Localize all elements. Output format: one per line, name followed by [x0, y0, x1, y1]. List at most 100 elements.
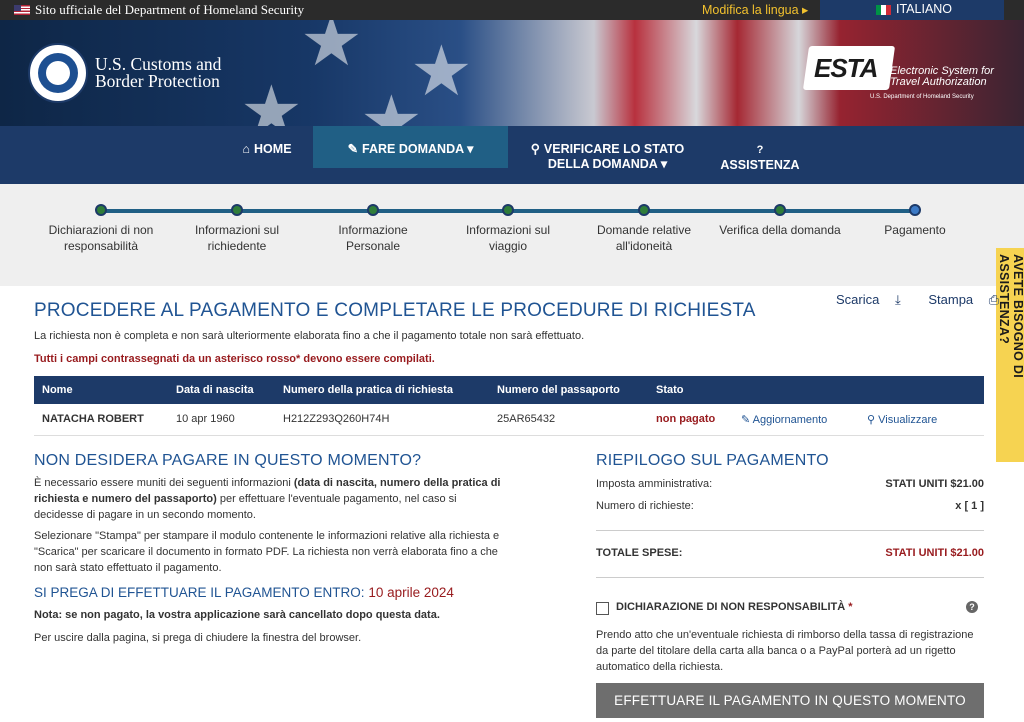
cell-app-number: H212Z293Q260H74H: [275, 404, 489, 436]
question-icon: ?: [756, 144, 764, 156]
need-help-tab[interactable]: AVETE BISOGNO DI ASSISTENZA?: [996, 248, 1024, 462]
step-disclaimer: Dichiarazioni di non responsabilità: [36, 204, 166, 254]
cbp-logo-text[interactable]: U.S. Customs and Border Protection: [95, 55, 221, 91]
update-label: Aggiornamento: [752, 413, 828, 426]
total-row: TOTALE SPESE: STATI UNITI $21.00: [596, 547, 984, 559]
col-passport: Numero del passaporto: [489, 376, 648, 404]
top-bar: Sito ufficiale del Department of Homelan…: [0, 0, 1024, 20]
step-dot: [638, 204, 650, 216]
need-help-label: AVETE BISOGNO DI ASSISTENZA?: [997, 254, 1024, 379]
step-label: Domande relative: [596, 223, 692, 237]
cell-passport: 25AR65432: [489, 404, 648, 436]
col-view: [859, 376, 984, 404]
step-dot: [231, 204, 243, 216]
star-decoration: ★: [240, 72, 303, 126]
download-link[interactable]: Scarica ⤓: [836, 292, 913, 307]
help-question-icon[interactable]: ?: [966, 601, 978, 613]
star-decoration: ★: [300, 20, 363, 80]
nav-help-label: ASSISTENZA: [720, 158, 800, 172]
disclaimer-checkbox[interactable]: [596, 602, 609, 615]
fee-value: STATI UNITI $21.00: [885, 478, 984, 490]
current-language: ITALIANO: [896, 2, 953, 16]
step-label: Informazione: [338, 223, 408, 237]
step-dot: [367, 204, 379, 216]
print-link[interactable]: Stampa ⎙: [928, 292, 1011, 307]
nav-status-line2: DELLA DOMANDA ▾: [547, 157, 668, 171]
dhs-seal-logo[interactable]: [28, 43, 88, 103]
pay-later-title: NON DESIDERA PAGARE IN QUESTO MOMENTO?: [34, 452, 422, 469]
divider: [596, 577, 984, 578]
site-header: ★ ★ ★ ★ U.S. Customs and Border Protecti…: [0, 20, 1024, 126]
esta-wordmark: ESTA: [814, 53, 878, 83]
agency-name-line2: Border Protection: [95, 71, 220, 91]
step-dot: [95, 204, 107, 216]
step-dot: [909, 204, 921, 216]
cell-name: NATACHA ROBERT: [34, 404, 168, 436]
nav-help[interactable]: ? ASSISTENZA: [715, 126, 805, 172]
total-label: TOTALE SPESE:: [596, 547, 683, 559]
step-dot: [774, 204, 786, 216]
step-label: responsabilità: [63, 239, 139, 253]
nav-status-line1: VERIFICARE LO STATO: [543, 142, 685, 156]
pay-later-text: È necessario essere muniti dei seguenti …: [34, 477, 294, 489]
italy-flag-icon: [876, 5, 891, 15]
search-icon: ⚲: [867, 413, 876, 426]
count-row: Numero di richieste: x [ 1 ]: [596, 500, 984, 512]
step-review: Verifica della domanda: [715, 204, 845, 238]
esta-logo[interactable]: ESTA Electronic System for Travel Author…: [802, 46, 1002, 106]
required-asterisk: *: [845, 601, 853, 613]
change-language-link[interactable]: Modifica la lingua ▸: [702, 2, 808, 17]
step-label: Informazioni sul: [194, 223, 280, 237]
pay-now-button[interactable]: EFFETTUARE IL PAGAMENTO IN QUESTO MOMENT…: [596, 683, 984, 718]
pencil-icon: ✎: [347, 142, 359, 156]
col-name: Nome: [34, 376, 168, 404]
nav-apply-label: FARE DOMANDA ▾: [362, 142, 474, 156]
pay-later-paragraph-2: Selezionare "Stampa" per stampare il mod…: [34, 530, 500, 574]
col-update: [733, 376, 859, 404]
nav-apply[interactable]: ✎ FARE DOMANDA ▾: [313, 126, 508, 168]
step-dot: [502, 204, 514, 216]
esta-subtitle: Electronic System for Travel Authorizati…: [890, 65, 994, 88]
update-link[interactable]: ✎ Aggiornamento: [733, 404, 859, 436]
official-site-text: Sito ufficiale del Department of Homelan…: [35, 2, 305, 17]
payment-deadline: SI PREGA DI EFFETTUARE IL PAGAMENTO ENTR…: [34, 585, 454, 600]
deadline-date: 10 aprile 2024: [368, 585, 454, 600]
cancellation-note: Nota: se non pagato, la vostra applicazi…: [34, 609, 440, 621]
download-label: Scarica: [836, 292, 880, 307]
table-row: NATACHA ROBERT 10 apr 1960 H212Z293Q260H…: [34, 404, 984, 436]
cell-status: non pagato: [648, 404, 733, 436]
view-link[interactable]: ⚲ Visualizzare: [859, 404, 984, 436]
fee-label: Imposta amministrativa:: [596, 478, 713, 490]
page-actions: Scarica ⤓ Stampa ⎙: [836, 292, 1023, 308]
progress-steps: Dichiarazioni di non responsabilità Infor…: [0, 184, 1024, 286]
step-travel: Informazioni sul viaggio: [443, 204, 573, 254]
download-icon: ⤓: [894, 292, 901, 307]
pencil-icon: ✎: [741, 413, 751, 426]
view-label: Visualizzare: [878, 413, 938, 426]
col-app-number: Numero della pratica di richiesta: [275, 376, 489, 404]
search-icon: ⚲: [530, 142, 540, 156]
step-payment: Pagamento: [850, 204, 980, 238]
intro-text: La richiesta non è completa e non sarà u…: [34, 330, 585, 342]
home-icon: ⌂: [242, 142, 251, 156]
step-label: Dichiarazioni di non: [48, 223, 154, 237]
page-title: PROCEDERE AL PAGAMENTO E COMPLETARE LE P…: [34, 300, 756, 321]
step-label: Pagamento: [884, 223, 946, 237]
step-label: richiedente: [207, 239, 267, 253]
main-nav: ⌂ HOME ✎ FARE DOMANDA ▾ ⚲ VERIFICARE LO STA…: [0, 126, 1024, 184]
count-value: x [ 1 ]: [955, 500, 984, 512]
applications-table: Nome Data di nascita Numero della pratic…: [34, 376, 984, 436]
us-flag-icon: [14, 5, 30, 15]
language-selector[interactable]: ITALIANO: [820, 0, 1004, 20]
esta-dhs-text: U.S. Department of Homeland Security: [870, 94, 974, 100]
count-label: Numero di richieste:: [596, 500, 694, 512]
nav-home[interactable]: ⌂ HOME: [232, 126, 302, 168]
star-decoration: ★: [360, 82, 423, 126]
divider: [596, 530, 984, 531]
nav-check-status[interactable]: ⚲ VERIFICARE LO STATO DELLA DOMANDA ▾: [525, 126, 690, 171]
print-icon: ⎙: [988, 292, 1000, 307]
required-fields-note: Tutti i campi contrassegnati da un aster…: [34, 353, 435, 365]
col-dob: Data di nascita: [168, 376, 275, 404]
disclaimer-label[interactable]: DICHIARAZIONE DI NON RESPONSABILITÀ *: [616, 601, 853, 613]
step-label: viaggio: [488, 239, 528, 253]
